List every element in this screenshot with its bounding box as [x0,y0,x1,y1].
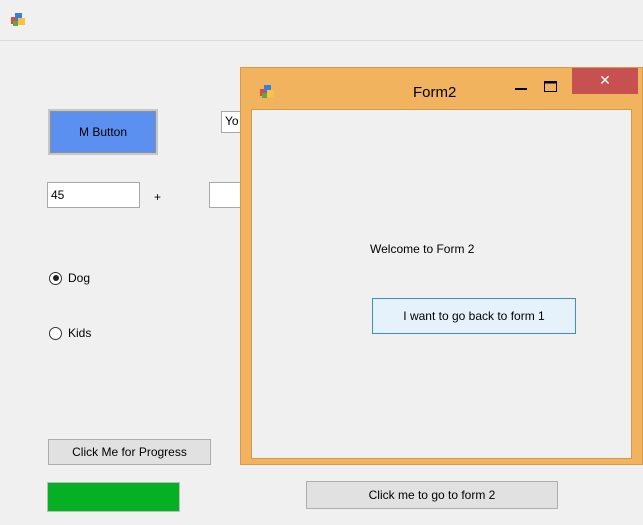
close-icon[interactable]: ✕ [572,68,638,94]
progress-button[interactable]: Click Me for Progress [48,439,211,465]
form1-titlebar[interactable] [0,0,643,41]
form2-titlebar[interactable]: Form2 ✕ [241,68,642,108]
winforms-app-icon [260,85,274,98]
radio-kids[interactable]: Kids [49,326,91,340]
form2-client-area: Welcome to Form 2 I want to go back to f… [251,109,632,459]
form2-title: Form2 [413,84,457,101]
back-to-form1-button[interactable]: I want to go back to form 1 [372,298,576,334]
radio-kids-circle[interactable] [49,326,62,340]
go-to-form2-button[interactable]: Click me to go to form 2 [306,481,558,509]
radio-dog-circle[interactable] [49,271,62,285]
radio-dog-label: Dog [68,271,91,285]
number-input[interactable]: 45 [47,182,140,208]
radio-dog[interactable]: Dog [49,271,90,285]
winforms-app-icon [11,13,25,26]
maximize-icon[interactable] [538,76,564,98]
welcome-label: Welcome to Form 2 [370,242,475,256]
minimize-icon[interactable] [508,76,534,98]
progress-bar [47,482,180,512]
radio-kids-label: Kids [68,326,92,340]
operator-label: + [154,190,162,204]
progress-bar-fill [48,483,179,511]
form2-window: Form2 ✕ Welcome to Form 2 I want to go b… [240,67,643,465]
m-button[interactable]: M Button [48,109,158,155]
